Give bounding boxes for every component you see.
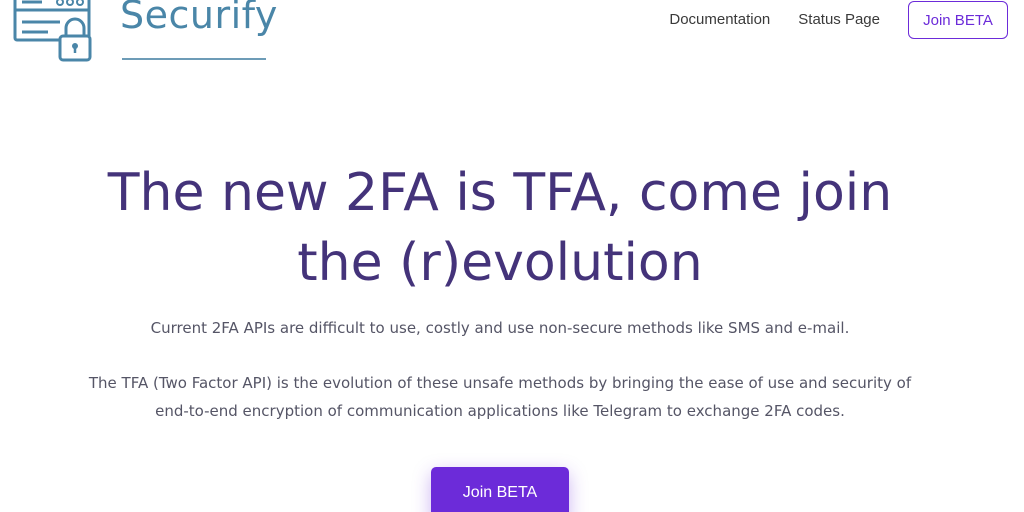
brand-name: Securify [120, 0, 278, 37]
hero-title-line-1: The new 2FA is TFA, come join [107, 163, 893, 223]
nav-join-beta-button[interactable]: Join BETA [908, 1, 1008, 39]
hero-description-line-1: The TFA (Two Factor API) is the evolutio… [88, 374, 912, 392]
server-lock-icon [13, 0, 92, 62]
hero-join-beta-button[interactable]: Join BETA [431, 467, 569, 512]
nav-link-documentation[interactable]: Documentation [669, 1, 770, 39]
landing-page: Securify Documentation Status Page Join … [0, 0, 1024, 512]
hero-title-line-2: the (r)evolution [297, 233, 703, 293]
hero-title: The new 2FA is TFA, come join the (r)evo… [0, 158, 1000, 298]
brand-underline [122, 58, 266, 60]
hero-description: The TFA (Two Factor API) is the evolutio… [0, 369, 1000, 425]
top-nav: Documentation Status Page Join BETA [669, 0, 1008, 40]
hero-intro-text: Current 2FA APIs are difficult to use, c… [150, 319, 850, 337]
hero-description-line-2: end-to-end encryption of communication a… [155, 402, 845, 420]
nav-link-status-page[interactable]: Status Page [798, 1, 880, 39]
brand-logo[interactable]: Securify [12, 0, 277, 64]
